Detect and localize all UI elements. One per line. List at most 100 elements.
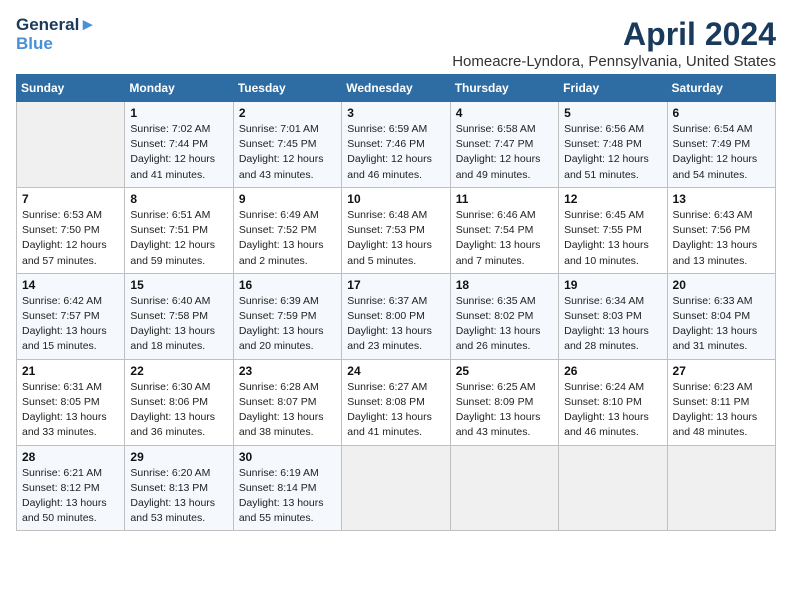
day-number: 4 (456, 106, 553, 120)
day-number: 11 (456, 192, 553, 206)
cell-info: Sunrise: 6:25 AMSunset: 8:09 PMDaylight:… (456, 380, 553, 441)
day-number: 23 (239, 364, 336, 378)
day-number: 12 (564, 192, 661, 206)
title-block: April 2024 Homeacre-Lyndora, Pennsylvani… (452, 16, 776, 70)
cell-info: Sunrise: 6:45 AMSunset: 7:55 PMDaylight:… (564, 208, 661, 269)
day-number: 22 (130, 364, 227, 378)
day-number: 5 (564, 106, 661, 120)
cell-info: Sunrise: 6:51 AMSunset: 7:51 PMDaylight:… (130, 208, 227, 269)
calendar-cell (667, 445, 775, 531)
day-number: 13 (673, 192, 770, 206)
calendar-cell: 19 Sunrise: 6:34 AMSunset: 8:03 PMDayligh… (559, 273, 667, 359)
calendar-body: 1Sunrise: 7:02 AMSunset: 7:44 PMDaylight… (17, 102, 776, 531)
day-number: 1 (130, 106, 227, 120)
cell-info: Sunrise: 6:30 AMSunset: 8:06 PMDaylight:… (130, 380, 227, 441)
day-of-week-header: Tuesday (233, 75, 341, 102)
day-number: 10 (347, 192, 444, 206)
cell-info: Sunrise: 6:21 AMSunset: 8:12 PMDaylight:… (22, 466, 119, 527)
calendar-cell: 5Sunrise: 6:56 AMSunset: 7:48 PMDaylight… (559, 102, 667, 188)
cell-info: Sunrise: 6:53 AMSunset: 7:50 PMDaylight:… (22, 208, 119, 269)
day-number: 25 (456, 364, 553, 378)
calendar-cell: 26Sunrise: 6:24 AMSunset: 8:10 PMDayligh… (559, 359, 667, 445)
cell-info: Sunrise: 6:40 AMSunset: 7:58 PMDaylight:… (130, 294, 227, 355)
day-of-week-header: Wednesday (342, 75, 450, 102)
day-number: 19 (564, 278, 661, 292)
cell-info: Sunrise: 6:46 AMSunset: 7:54 PMDaylight:… (456, 208, 553, 269)
logo-text-blue: Blue (16, 35, 96, 54)
day-number: 27 (673, 364, 770, 378)
month-year-title: April 2024 (452, 16, 776, 53)
day-number: 9 (239, 192, 336, 206)
calendar-cell: 17 Sunrise: 6:37 AMSunset: 8:00 PMDayligh… (342, 273, 450, 359)
calendar-week-row: 1Sunrise: 7:02 AMSunset: 7:44 PMDaylight… (17, 102, 776, 188)
calendar-week-row: 28 Sunrise: 6:21 AMSunset: 8:12 PMDayligh… (17, 445, 776, 531)
calendar-cell: 15 Sunrise: 6:40 AMSunset: 7:58 PMDayligh… (125, 273, 233, 359)
calendar-cell: 25 Sunrise: 6:25 AMSunset: 8:09 PMDayligh… (450, 359, 558, 445)
day-number: 24 (347, 364, 444, 378)
day-number: 30 (239, 450, 336, 464)
cell-info: Sunrise: 6:54 AMSunset: 7:49 PMDaylight:… (673, 122, 770, 183)
day-number: 2 (239, 106, 336, 120)
calendar-cell: 13Sunrise: 6:43 AMSunset: 7:56 PMDayligh… (667, 187, 775, 273)
calendar-table: SundayMondayTuesdayWednesdayThursdayFrid… (16, 74, 776, 531)
day-of-week-header: Saturday (667, 75, 775, 102)
cell-info: Sunrise: 6:34 AMSunset: 8:03 PMDaylight:… (564, 294, 661, 355)
calendar-cell: 3Sunrise: 6:59 AMSunset: 7:46 PMDaylight… (342, 102, 450, 188)
cell-info: Sunrise: 6:19 AMSunset: 8:14 PMDaylight:… (239, 466, 336, 527)
calendar-cell: 27 Sunrise: 6:23 AMSunset: 8:11 PMDayligh… (667, 359, 775, 445)
location-subtitle: Homeacre-Lyndora, Pennsylvania, United S… (452, 53, 776, 70)
cell-info: Sunrise: 6:39 AMSunset: 7:59 PMDaylight:… (239, 294, 336, 355)
day-number: 20 (673, 278, 770, 292)
cell-info: Sunrise: 6:27 AMSunset: 8:08 PMDaylight:… (347, 380, 444, 441)
calendar-cell: 29 Sunrise: 6:20 AMSunset: 8:13 PMDayligh… (125, 445, 233, 531)
cell-info: Sunrise: 6:31 AMSunset: 8:05 PMDaylight:… (22, 380, 119, 441)
calendar-cell: 16 Sunrise: 6:39 AMSunset: 7:59 PMDayligh… (233, 273, 341, 359)
cell-info: Sunrise: 6:35 AMSunset: 8:02 PMDaylight:… (456, 294, 553, 355)
cell-info: Sunrise: 6:23 AMSunset: 8:11 PMDaylight:… (673, 380, 770, 441)
cell-info: Sunrise: 6:58 AMSunset: 7:47 PMDaylight:… (456, 122, 553, 183)
calendar-cell (450, 445, 558, 531)
day-number: 17 (347, 278, 444, 292)
cell-info: Sunrise: 6:28 AMSunset: 8:07 PMDaylight:… (239, 380, 336, 441)
calendar-cell: 12 Sunrise: 6:45 AMSunset: 7:55 PMDayligh… (559, 187, 667, 273)
day-number: 21 (22, 364, 119, 378)
day-number: 7 (22, 192, 119, 206)
day-of-week-header: Monday (125, 75, 233, 102)
cell-info: Sunrise: 6:49 AMSunset: 7:52 PMDaylight:… (239, 208, 336, 269)
cell-info: Sunrise: 6:20 AMSunset: 8:13 PMDaylight:… (130, 466, 227, 527)
calendar-cell: 8Sunrise: 6:51 AMSunset: 7:51 PMDaylight… (125, 187, 233, 273)
cell-info: Sunrise: 7:01 AMSunset: 7:45 PMDaylight:… (239, 122, 336, 183)
calendar-week-row: 21 Sunrise: 6:31 AMSunset: 8:05 PMDayligh… (17, 359, 776, 445)
calendar-cell (17, 102, 125, 188)
calendar-cell: 11 Sunrise: 6:46 AMSunset: 7:54 PMDayligh… (450, 187, 558, 273)
day-of-week-header: Sunday (17, 75, 125, 102)
calendar-cell: 1Sunrise: 7:02 AMSunset: 7:44 PMDaylight… (125, 102, 233, 188)
calendar-cell: 18 Sunrise: 6:35 AMSunset: 8:02 PMDayligh… (450, 273, 558, 359)
day-number: 16 (239, 278, 336, 292)
calendar-cell: 10 Sunrise: 6:48 AMSunset: 7:53 PMDayligh… (342, 187, 450, 273)
calendar-week-row: 14Sunrise: 6:42 AMSunset: 7:57 PMDayligh… (17, 273, 776, 359)
day-number: 28 (22, 450, 119, 464)
cell-info: Sunrise: 6:33 AMSunset: 8:04 PMDaylight:… (673, 294, 770, 355)
calendar-cell: 24 Sunrise: 6:27 AMSunset: 8:08 PMDayligh… (342, 359, 450, 445)
day-number: 6 (673, 106, 770, 120)
day-number: 15 (130, 278, 227, 292)
calendar-cell: 28 Sunrise: 6:21 AMSunset: 8:12 PMDayligh… (17, 445, 125, 531)
calendar-cell: 30 Sunrise: 6:19 AMSunset: 8:14 PMDayligh… (233, 445, 341, 531)
calendar-week-row: 7 Sunrise: 6:53 AMSunset: 7:50 PMDaylight… (17, 187, 776, 273)
logo: General► Blue (16, 16, 96, 53)
logo-text-general: General (16, 15, 79, 34)
day-number: 29 (130, 450, 227, 464)
calendar-cell: 7 Sunrise: 6:53 AMSunset: 7:50 PMDaylight… (17, 187, 125, 273)
cell-info: Sunrise: 6:37 AMSunset: 8:00 PMDaylight:… (347, 294, 444, 355)
day-number: 18 (456, 278, 553, 292)
page-header: General► Blue April 2024 Homeacre-Lyndor… (16, 16, 776, 70)
calendar-cell: 2 Sunrise: 7:01 AMSunset: 7:45 PMDaylight… (233, 102, 341, 188)
calendar-cell: 20 Sunrise: 6:33 AMSunset: 8:04 PMDayligh… (667, 273, 775, 359)
cell-info: Sunrise: 6:48 AMSunset: 7:53 PMDaylight:… (347, 208, 444, 269)
day-of-week-header: Friday (559, 75, 667, 102)
calendar-cell: 21 Sunrise: 6:31 AMSunset: 8:05 PMDayligh… (17, 359, 125, 445)
calendar-cell (559, 445, 667, 531)
day-of-week-header: Thursday (450, 75, 558, 102)
calendar-cell (342, 445, 450, 531)
